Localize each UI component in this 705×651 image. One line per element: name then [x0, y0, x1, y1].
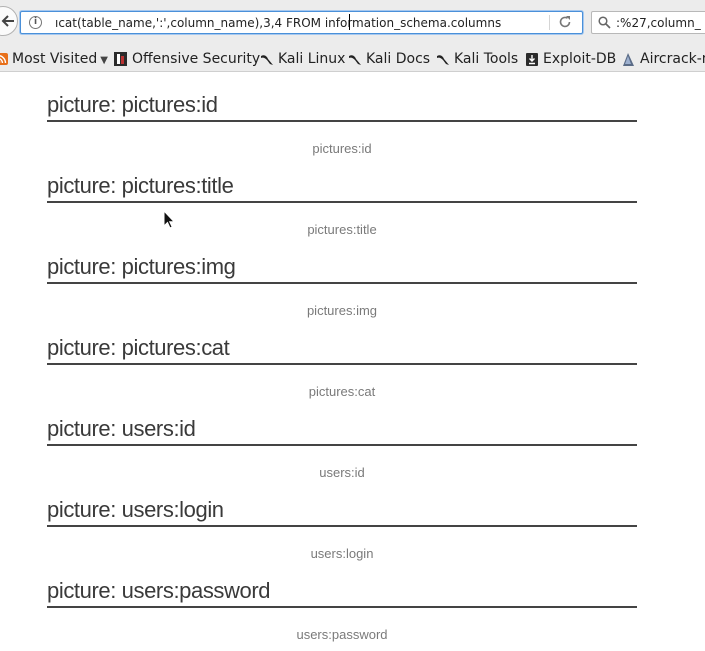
- url-text[interactable]: ıcat(table_name,':',column_name),3,4 FRO…: [55, 15, 549, 31]
- entry-caption: users:id: [319, 465, 365, 480]
- search-input[interactable]: :%27,column_: [616, 15, 705, 31]
- entry-caption: pictures:id: [312, 141, 372, 156]
- entry-caption: pictures:title: [307, 222, 377, 237]
- info-icon[interactable]: i: [29, 16, 42, 29]
- back-button[interactable]: [0, 6, 18, 36]
- entry-title: picture: pictures:cat: [47, 331, 637, 365]
- picture-entry: picture: users:id users:id: [47, 412, 637, 481]
- picture-entry: picture: users:login users:login: [47, 493, 637, 562]
- navigation-toolbar: i ıcat(table_name,':',column_name),3,4 F…: [0, 0, 705, 46]
- page-content: picture: pictures:id pictures:id picture…: [0, 72, 705, 651]
- aircrack-icon: [623, 52, 634, 66]
- search-icon: [598, 16, 611, 29]
- entry-title: picture: users:id: [47, 412, 637, 446]
- picture-entry: picture: pictures:cat pictures:cat: [47, 331, 637, 400]
- entry-title: picture: pictures:img: [47, 250, 637, 284]
- entry-title: picture: pictures:title: [47, 169, 637, 203]
- kali-icon: [437, 55, 449, 65]
- bookmark-kali-docs[interactable]: Kali Docs: [348, 50, 430, 68]
- picture-entry: picture: pictures:img pictures:img: [47, 250, 637, 319]
- entry-caption: pictures:img: [306, 303, 378, 318]
- entry-caption: users:login: [310, 546, 374, 561]
- bookmark-label: Kali Tools: [454, 51, 519, 67]
- exploit-db-icon: [526, 52, 538, 66]
- bookmark-label: Aircrack-ng: [640, 51, 705, 67]
- bookmark-label: Offensive Security: [132, 51, 261, 67]
- picture-entry: picture: pictures:title pictures:title: [47, 169, 637, 238]
- mouse-cursor-icon: [163, 210, 175, 229]
- entry-title: picture: pictures:id: [47, 88, 637, 122]
- text-caret: [349, 14, 350, 30]
- search-bar[interactable]: :%27,column_: [591, 11, 705, 34]
- back-arrow-icon: [1, 15, 14, 27]
- picture-entry: picture: users:password users:password: [47, 574, 637, 643]
- bookmark-label: Kali Docs: [366, 51, 431, 67]
- bookmark-aircrack-ng[interactable]: Aircrack-ng: [621, 50, 705, 68]
- chevron-down-icon: ▼: [100, 55, 108, 66]
- bookmarks-toolbar: Most Visited ▼ Offensive Security Kali Li…: [0, 46, 705, 72]
- offsec-icon: [114, 52, 127, 66]
- reload-icon[interactable]: [558, 15, 572, 29]
- picture-entry: picture: pictures:id pictures:id: [47, 88, 637, 157]
- kali-icon: [349, 55, 361, 65]
- url-bar[interactable]: i ıcat(table_name,':',column_name),3,4 F…: [20, 11, 583, 34]
- entry-caption: pictures:cat: [308, 384, 376, 399]
- bookmark-exploit-db[interactable]: Exploit-DB: [525, 50, 616, 68]
- bookmark-label: Most Visited: [12, 51, 98, 67]
- bookmark-label: Kali Linux: [278, 51, 346, 67]
- bookmark-label: Exploit-DB: [543, 51, 617, 67]
- bookmark-most-visited[interactable]: Most Visited ▼: [0, 50, 108, 68]
- entry-title: picture: users:password: [47, 574, 637, 608]
- kali-icon: [261, 55, 273, 65]
- entry-caption: users:password: [296, 627, 388, 642]
- rss-icon: [0, 53, 8, 65]
- bookmark-offensive-security[interactable]: Offensive Security: [113, 50, 260, 68]
- url-bar-divider: [549, 15, 550, 30]
- bookmark-kali-linux[interactable]: Kali Linux: [260, 50, 345, 68]
- entry-title: picture: users:login: [47, 493, 637, 527]
- bookmark-kali-tools[interactable]: Kali Tools: [436, 50, 518, 68]
